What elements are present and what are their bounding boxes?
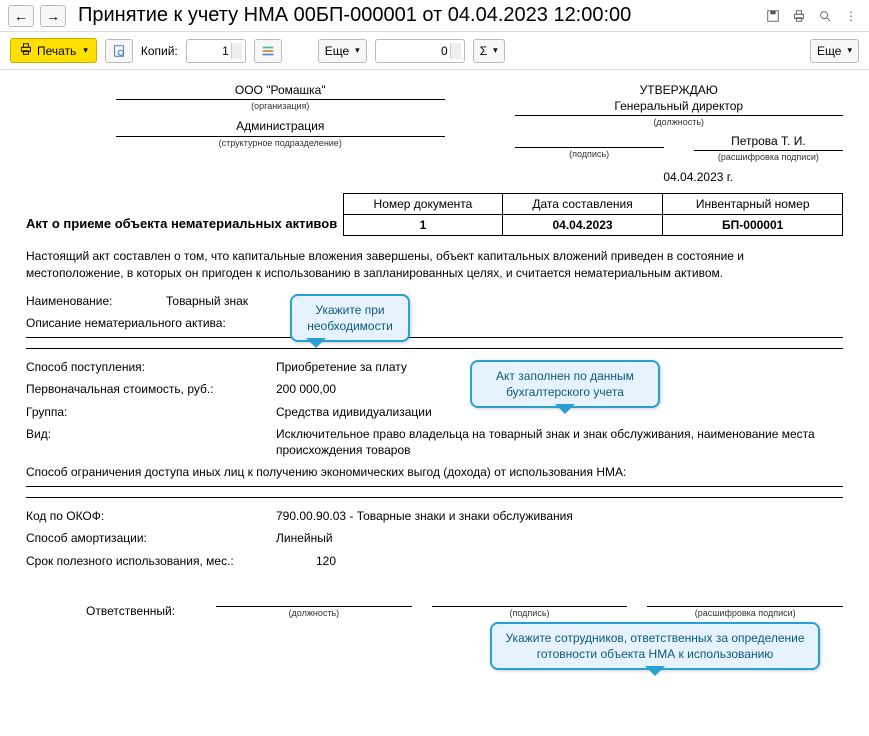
dept-value: Администрация xyxy=(116,118,445,136)
td-doc-number: 1 xyxy=(344,215,502,236)
th-doc-number: Номер документа xyxy=(344,194,502,215)
td-inv-number: БП-000001 xyxy=(663,215,843,236)
print-button-label: Печать xyxy=(37,44,76,58)
nav-forward-button[interactable]: → xyxy=(40,5,66,27)
callout-hint-1: Укажите при необходимости xyxy=(290,294,410,342)
amort-label: Способ амортизации: xyxy=(26,530,276,546)
sign-caption: (подпись) xyxy=(515,148,664,160)
desc-label: Описание нематериального актива: xyxy=(26,315,226,331)
save-icon[interactable] xyxy=(763,6,783,26)
more-button-2[interactable]: Еще ▾ xyxy=(810,39,859,63)
kind-value: Исключительное право владельца на товарн… xyxy=(276,426,843,458)
divider xyxy=(26,497,843,498)
okof-value: 790.00.90.03 - Товарные знаки и знаки об… xyxy=(276,508,843,524)
divider xyxy=(26,486,843,487)
method-label: Способ поступления: xyxy=(26,359,276,375)
restrict-label: Способ ограничения доступа иных лиц к по… xyxy=(26,464,626,480)
resp-position-caption: (должность) xyxy=(216,607,412,619)
td-doc-date: 04.04.2023 xyxy=(502,215,663,236)
th-doc-date: Дата составления xyxy=(502,194,663,215)
menu-icon[interactable]: ⋮ xyxy=(841,6,861,26)
callout-hint-2: Акт заполнен по данным бухгалтерского уч… xyxy=(470,360,660,408)
resp-sign-slot xyxy=(432,593,628,607)
resp-sign-caption: (подпись) xyxy=(432,607,628,619)
copies-stepper[interactable]: 1 xyxy=(186,39,246,63)
dept-caption: (структурное подразделение) xyxy=(116,137,445,149)
name-value: Товарный знак xyxy=(166,293,843,309)
divider xyxy=(26,337,843,338)
page-title: Принятие к учету НМА 00БП-000001 от 04.0… xyxy=(78,4,757,27)
amort-value: Линейный xyxy=(276,530,843,546)
copies-label: Копий: xyxy=(141,44,178,58)
kind-label: Вид: xyxy=(26,426,276,458)
nav-back-button[interactable]: ← xyxy=(8,5,34,27)
resp-position-slot xyxy=(216,593,412,607)
copies-value: 1 xyxy=(222,44,229,58)
org-caption: (организация) xyxy=(116,100,445,112)
name-label: Наименование: xyxy=(26,293,166,309)
approve-label: УТВЕРЖДАЮ xyxy=(515,82,844,98)
group-label: Группа: xyxy=(26,404,276,420)
resp-name-slot xyxy=(647,593,843,607)
callout-hint-3: Укажите сотрудников, ответственных за оп… xyxy=(490,622,820,670)
position-value: Генеральный директор xyxy=(515,98,844,116)
printer-icon xyxy=(19,42,33,59)
intro-para: Настоящий акт составлен о том, что капит… xyxy=(26,248,843,280)
act-title: Акт о приеме объекта нематериальных акти… xyxy=(26,215,343,237)
sum-field[interactable]: 0 xyxy=(375,39,465,63)
life-label: Срок полезного использования, мес.: xyxy=(26,553,316,569)
approve-date: 04.04.2023 г. xyxy=(515,169,844,185)
sign-slot xyxy=(515,133,664,148)
signer-value: Петрова Т. И. xyxy=(694,133,843,151)
doc-table: Номер документа Дата составления Инвента… xyxy=(343,193,843,236)
resp-label: Ответственный: xyxy=(26,603,196,619)
more-button-1[interactable]: Еще ▾ xyxy=(318,39,367,63)
chevron-down-icon: ▾ xyxy=(493,45,498,56)
position-caption: (должность) xyxy=(515,116,844,128)
chevron-down-icon: ▾ xyxy=(847,45,852,56)
okof-label: Код по ОКОФ: xyxy=(26,508,276,524)
life-value: 120 xyxy=(316,553,843,569)
cost-label: Первоначальная стоимость, руб.: xyxy=(26,381,276,397)
preview-button[interactable] xyxy=(105,39,133,63)
print-button[interactable]: Печать ▾ xyxy=(10,38,97,63)
org-value: ООО "Ромашка" xyxy=(116,82,445,100)
chevron-down-icon: ▾ xyxy=(83,45,88,56)
sigma-button[interactable]: Σ▾ xyxy=(473,39,505,63)
print-icon[interactable] xyxy=(789,6,809,26)
th-inv-number: Инвентарный номер xyxy=(663,194,843,215)
settings-button[interactable] xyxy=(254,39,282,63)
search-icon[interactable] xyxy=(815,6,835,26)
resp-name-caption: (расшифровка подписи) xyxy=(647,607,843,619)
sum-value: 0 xyxy=(441,44,448,58)
divider xyxy=(26,348,843,349)
chevron-down-icon: ▾ xyxy=(355,45,360,56)
signer-caption: (расшифровка подписи) xyxy=(694,151,843,163)
